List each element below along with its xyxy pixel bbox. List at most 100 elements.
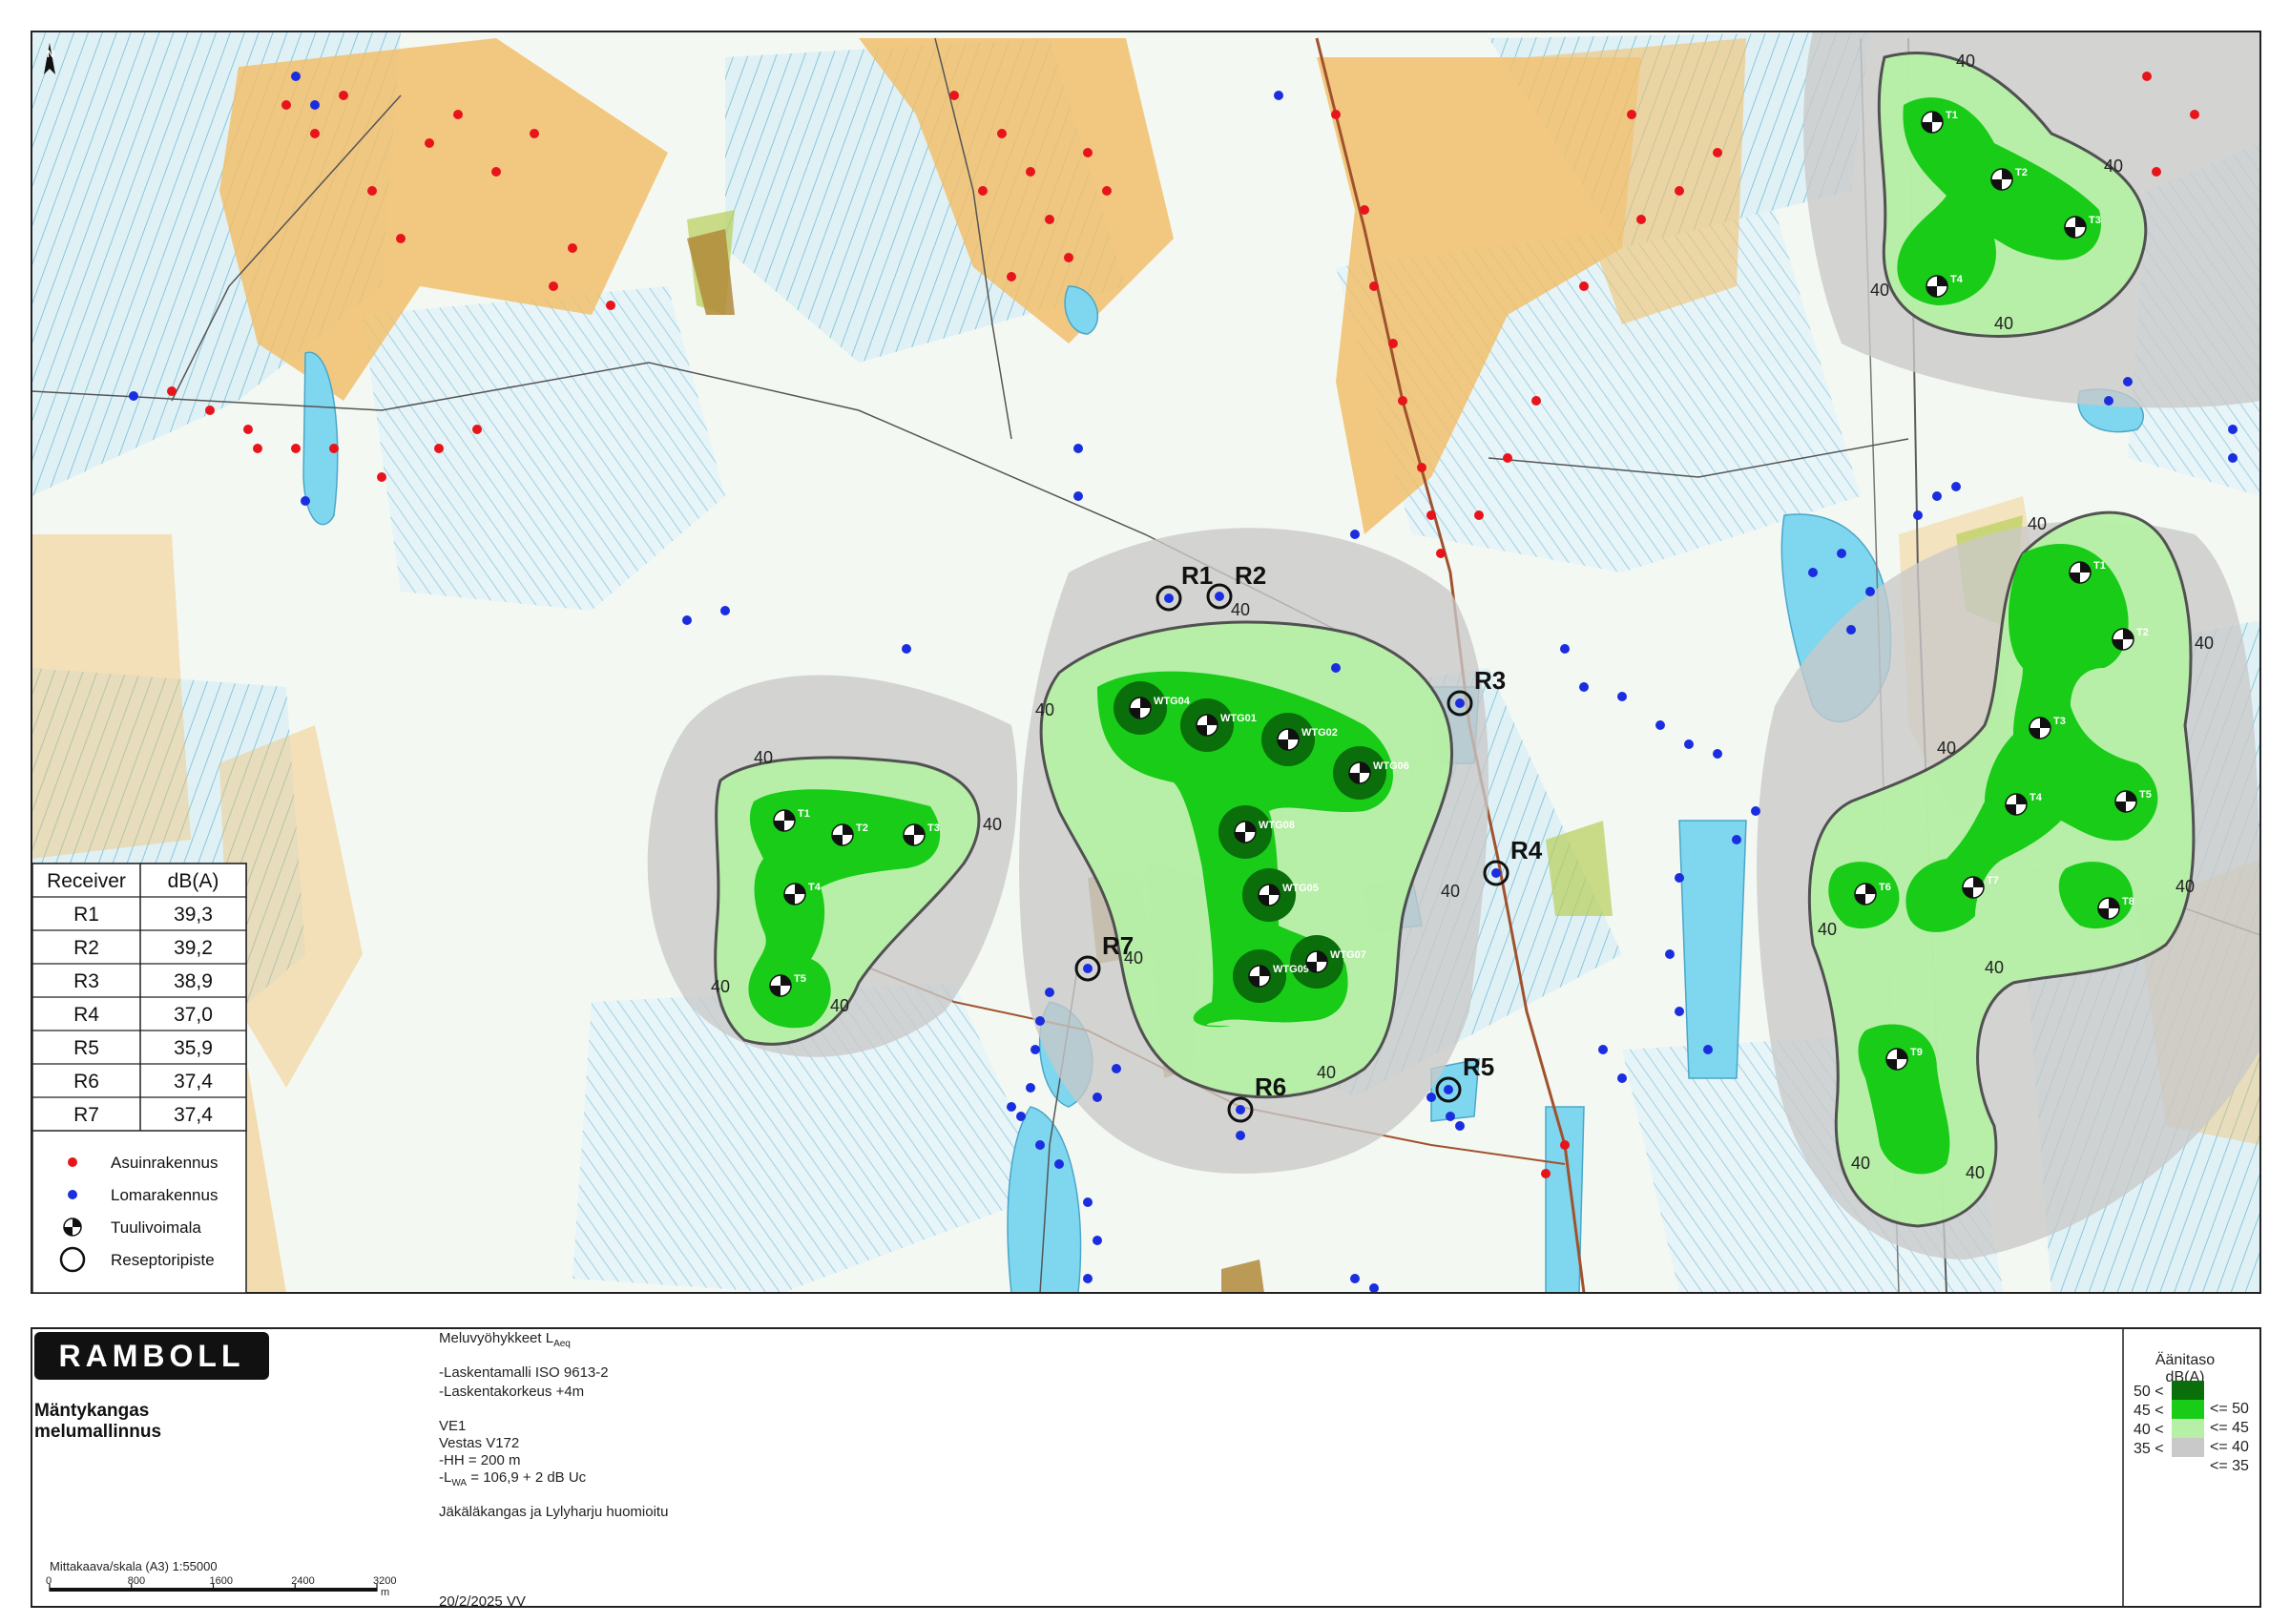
map-area[interactable]: 40 40 40 40 40 40 40 40 40 40 40 40 40 4… xyxy=(31,31,2260,1293)
contour-label: 40 xyxy=(2195,634,2214,653)
noise-band-lower: 40 < xyxy=(2134,1422,2164,1438)
noise-band-swatch xyxy=(2172,1400,2204,1419)
noise-band-lower: 35 < xyxy=(2134,1441,2164,1457)
lwa-value: = 106,9 + 2 dB Uc xyxy=(467,1469,587,1486)
noise-band-upper: <= 35 xyxy=(2210,1458,2249,1474)
receiver-dot-icon xyxy=(1491,868,1501,878)
table-cell-receiver: R6 xyxy=(73,1071,99,1093)
table-cell-receiver: R4 xyxy=(73,1004,99,1026)
blue-dot-icon xyxy=(68,1190,77,1199)
contour-label: 40 xyxy=(1818,920,1837,939)
table-cell-receiver: R7 xyxy=(73,1104,99,1126)
column-header-receiver: Receiver xyxy=(47,870,126,892)
table-cell-db: 37,4 xyxy=(174,1104,213,1126)
receiver-dot-icon xyxy=(1236,1105,1245,1114)
turbine-label: T2 xyxy=(2136,627,2149,638)
turbine-label: T1 xyxy=(798,808,810,820)
contour-label: 40 xyxy=(1870,281,1889,300)
table-cell-db: 37,4 xyxy=(174,1071,213,1093)
legend-label: Reseptoripiste xyxy=(111,1251,215,1269)
height-line: -Laskentakorkeus +4m xyxy=(439,1384,584,1400)
turbine-label: WTG01 xyxy=(1220,713,1257,724)
turbine-label: T4 xyxy=(808,882,822,893)
receiver-dot-icon xyxy=(1215,592,1224,601)
lwa-subscript: WA xyxy=(451,1478,467,1489)
table-cell-db: 35,9 xyxy=(174,1037,213,1059)
table-cell-db: 39,2 xyxy=(174,937,213,959)
contour-label: 40 xyxy=(2176,877,2195,896)
ramboll-logo: RAMBOLL xyxy=(34,1332,269,1380)
project-title: Mäntykangas xyxy=(34,1401,149,1421)
turbine-label: T4 xyxy=(2030,792,2043,803)
receiver-table-grid: Receiver dB(A) R1 39,3 R2 39,2 R3 38,9 R4 37,0 R5 3… xyxy=(31,863,247,1132)
turbine-label: WTG05 xyxy=(1282,883,1319,894)
contour-label: 40 xyxy=(754,748,773,767)
turbine-model: Vestas V172 xyxy=(439,1435,519,1451)
table-cell-receiver: R1 xyxy=(73,904,99,926)
receiver-label: R1 xyxy=(1181,561,1213,590)
legend-label: Asuinrakennus xyxy=(111,1154,218,1172)
legend-turbine-icon[interactable] xyxy=(63,1218,82,1237)
contour-label: 40 xyxy=(1317,1063,1336,1082)
noise-map-page: 40 40 40 40 40 40 40 40 40 40 40 40 40 4… xyxy=(31,31,2261,1610)
table-cell-receiver: R2 xyxy=(73,937,99,959)
turbine-label: T9 xyxy=(1910,1047,1923,1058)
contour-label: 40 xyxy=(1035,700,1054,719)
logo-text: RAMBOLL xyxy=(59,1339,245,1373)
scale-tick-label: 800 xyxy=(128,1575,145,1587)
turbine-label: T8 xyxy=(2122,896,2134,907)
contour-label: 40 xyxy=(1994,314,2013,333)
contour-label: 40 xyxy=(1966,1163,1985,1182)
receiver-label: R2 xyxy=(1235,561,1266,590)
scale-text: Mittakaava/skala (A3) 1:55000 xyxy=(50,1559,218,1573)
turbine-label: T3 xyxy=(2053,716,2066,727)
receiver-dot-icon xyxy=(1164,593,1174,603)
project-subtitle: melumallinnus xyxy=(34,1422,161,1442)
noise-band-swatch xyxy=(2172,1419,2204,1438)
turbine-label: T3 xyxy=(927,822,940,834)
river-south xyxy=(1545,1106,1585,1293)
contour-label: 40 xyxy=(1937,739,1956,758)
noise-band-swatch xyxy=(2172,1438,2204,1457)
contour-label: 40 xyxy=(1231,600,1250,619)
scale-tick-label: 3200 xyxy=(373,1575,396,1587)
lwa-prefix: -L xyxy=(439,1469,451,1486)
table-cell-db: 38,9 xyxy=(174,970,213,992)
turbine-label: T5 xyxy=(794,973,806,985)
contour-label: 40 xyxy=(983,815,1002,834)
heading: Meluvyöhykkeet L xyxy=(439,1330,553,1346)
red-dot-icon xyxy=(68,1157,77,1167)
column-header-db: dB(A) xyxy=(168,870,219,892)
turbine-label: WTG08 xyxy=(1259,820,1295,831)
turbine-label: WTG09 xyxy=(1273,964,1309,975)
note: Jäkäläkangas ja Lylyharju huomioitu xyxy=(439,1504,668,1520)
turbine-label: T1 xyxy=(1946,110,1958,121)
heading-subscript: Aeq xyxy=(553,1339,571,1349)
contour-label: 40 xyxy=(830,996,849,1015)
noise-band-swatch xyxy=(2172,1381,2204,1400)
contour-label: 40 xyxy=(1956,52,1975,71)
receiver-label: R6 xyxy=(1255,1072,1286,1101)
lake-southeast xyxy=(1678,820,1747,1079)
receiver-dot-icon xyxy=(1083,964,1093,973)
title-block: RAMBOLL Mäntykangas melumallinnus Meluvy… xyxy=(31,1327,2261,1610)
contour-label: 40 xyxy=(1441,882,1460,901)
noise-legend-title: Äänitaso xyxy=(2155,1351,2215,1368)
scale-unit: m xyxy=(381,1587,389,1598)
table-cell-db: 39,3 xyxy=(174,904,213,926)
contour-label: 40 xyxy=(2028,514,2047,533)
receiver-dot-icon xyxy=(1455,698,1465,708)
drawing-date: 20/2/2025 VV xyxy=(439,1593,526,1610)
table-cell-receiver: R5 xyxy=(73,1037,99,1059)
turbine-label: WTG06 xyxy=(1373,760,1409,772)
turbine-label: WTG07 xyxy=(1330,949,1366,961)
turbine-label: T6 xyxy=(1879,882,1891,893)
table-cell-receiver: R3 xyxy=(73,970,99,992)
hub-height: -HH = 200 m xyxy=(439,1452,520,1468)
turbine-label: T1 xyxy=(2093,560,2106,572)
noise-band-upper: <= 50 xyxy=(2210,1401,2249,1417)
scale-tick-label: 1600 xyxy=(210,1575,233,1587)
legend-label: Tuulivoimala xyxy=(111,1218,201,1237)
scale-tick-label: 0 xyxy=(46,1575,52,1587)
turbine-label: T5 xyxy=(2139,789,2152,801)
